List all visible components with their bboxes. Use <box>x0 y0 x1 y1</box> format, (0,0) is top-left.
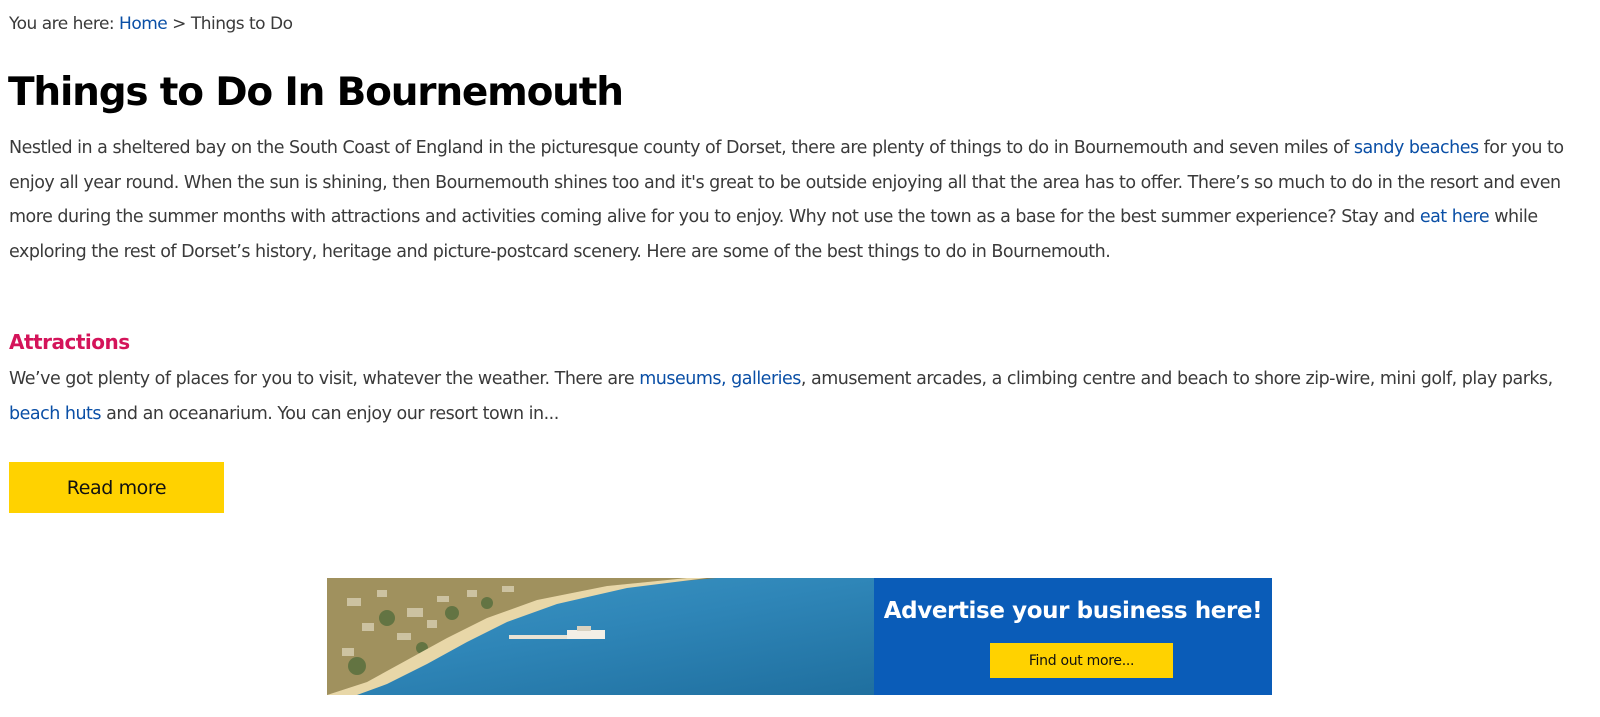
advertise-title: Advertise your business here! <box>883 598 1263 624</box>
attractions-text-3: and an oceanarium. You can enjoy our res… <box>101 403 559 424</box>
attractions-heading: Attractions <box>9 330 130 354</box>
read-more-button[interactable]: Read more <box>9 462 224 513</box>
bournemouth-coast-pier-photo <box>327 578 874 695</box>
beach-huts-link[interactable]: beach huts <box>9 404 102 424</box>
advertise-banner[interactable]: Advertise your business here! Find out m… <box>327 578 1272 695</box>
attractions-text-2: , amusement arcades, a climbing centre a… <box>800 369 1553 389</box>
intro-text-1: Nestled in a sheltered bay on the South … <box>9 138 1354 158</box>
breadcrumb-current: Things to Do <box>190 14 293 34</box>
breadcrumb-prefix: You are here: <box>9 14 115 34</box>
comma-link[interactable]: , <box>721 369 731 389</box>
attractions-paragraph: We’ve got plenty of places for you to vi… <box>9 362 1599 431</box>
museums-link[interactable]: museums <box>639 369 721 389</box>
eat-here-link[interactable]: eat here <box>1420 207 1490 227</box>
page-title: Things to Do In Bournemouth <box>8 70 624 115</box>
breadcrumb: You are here: Home > Things to Do <box>9 14 293 34</box>
sandy-beaches-link[interactable]: sandy beaches <box>1354 138 1479 158</box>
breadcrumb-separator: > <box>172 14 186 34</box>
intro-paragraph: Nestled in a sheltered bay on the South … <box>9 131 1599 269</box>
page: You are here: Home > Things to Do Things… <box>0 0 1600 717</box>
galleries-link[interactable]: galleries <box>731 369 801 389</box>
coastline-illustration <box>327 578 717 695</box>
breadcrumb-home-link[interactable]: Home <box>119 14 168 34</box>
advertise-panel: Advertise your business here! Find out m… <box>874 578 1272 695</box>
attractions-text-1: We’ve got plenty of places for you to vi… <box>9 369 640 389</box>
find-out-more-button[interactable]: Find out more... <box>990 643 1173 678</box>
